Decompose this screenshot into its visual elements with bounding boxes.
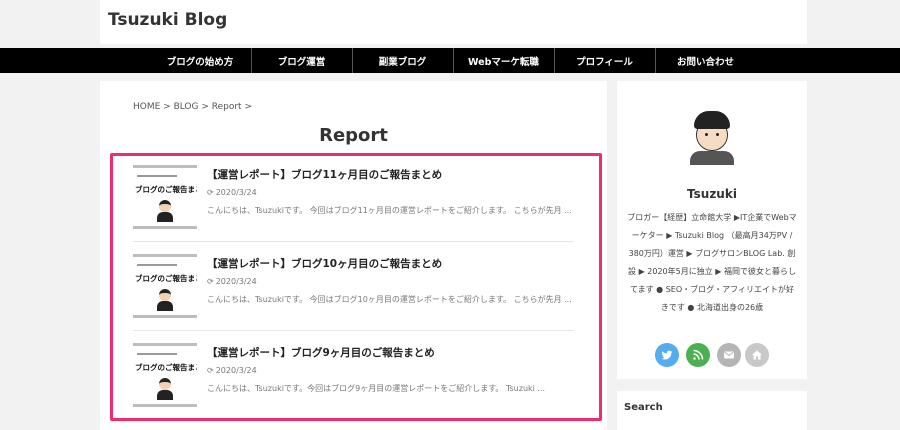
- post-item[interactable]: ブログのご報告まとめ 【運営レポート】ブログ9ヶ月目のご報告まとめ ⟳2020/…: [133, 343, 573, 421]
- avatar-illustration: [157, 200, 173, 222]
- post-excerpt: こんにちは、Tsuzukiです。 今回はブログ10ヶ月目の運営レポートをご紹介し…: [207, 295, 572, 304]
- post-title[interactable]: 【運営レポート】ブログ9ヶ月目のご報告まとめ: [207, 345, 435, 360]
- mail-button[interactable]: [717, 343, 741, 367]
- search-widget-title: Search: [624, 402, 663, 413]
- mail-icon: [724, 351, 734, 359]
- refresh-icon: ⟳: [207, 277, 214, 286]
- thumbnail-caption: ブログのご報告まとめ: [135, 274, 197, 283]
- nav-item-side-business[interactable]: 副業ブログ: [352, 48, 452, 73]
- profile-avatar: [687, 111, 737, 165]
- post-divider: [133, 330, 573, 331]
- nav-item-blog-management[interactable]: ブログ運営: [251, 48, 351, 73]
- thumbnail-caption: ブログのご報告まとめ: [135, 185, 197, 194]
- nav-item-contact[interactable]: お問い合わせ: [655, 48, 755, 73]
- post-date: ⟳ 2020/3/24: [207, 366, 257, 375]
- rss-button[interactable]: [686, 343, 710, 367]
- thumbnail-caption: ブログのご報告まとめ: [135, 363, 197, 372]
- avatar-illustration: [157, 289, 173, 311]
- profile-name: Tsuzuki: [687, 187, 737, 201]
- search-widget: Search: [617, 391, 807, 430]
- home-button[interactable]: [745, 343, 769, 367]
- post-divider: [133, 241, 573, 242]
- post-item[interactable]: ブログのご報告まとめ 【運営レポート】ブログ10ヶ月目のご報告まとめ ⟳2020…: [133, 254, 573, 332]
- refresh-icon: ⟳: [207, 188, 214, 197]
- post-date: ⟳ 2020/3/24: [207, 188, 257, 197]
- post-thumbnail[interactable]: ブログのご報告まとめ: [133, 343, 197, 407]
- page-title: Report: [319, 125, 388, 146]
- thumbnail-caption-line: [137, 175, 177, 177]
- site-title[interactable]: Tsuzuki Blog: [108, 10, 227, 30]
- rss-icon: [693, 349, 704, 360]
- profile-widget: Tsuzuki ブロガー【経歴】立命館大学 ▶IT企業でWebマーケター ▶ T…: [617, 81, 807, 379]
- post-item[interactable]: ブログのご報告まとめ 【運営レポート】ブログ11ヶ月目のご報告まとめ ⟳2020…: [133, 165, 573, 243]
- profile-bio: ブロガー【経歴】立命館大学 ▶IT企業でWebマーケター ▶ Tsuzuki B…: [627, 213, 797, 312]
- post-title[interactable]: 【運営レポート】ブログ10ヶ月目のご報告まとめ: [207, 256, 442, 271]
- post-excerpt: こんにちは、Tsuzukiです。今回はブログ9ヶ月目の運営レポートをご紹介します…: [207, 384, 546, 393]
- post-thumbnail[interactable]: ブログのご報告まとめ: [133, 254, 197, 318]
- post-excerpt: こんにちは、Tsuzukiです。 今回はブログ11ヶ月目の運営レポートをご紹介し…: [207, 206, 572, 215]
- thumbnail-caption-line: [137, 264, 177, 266]
- twitter-icon: [661, 350, 673, 360]
- main-content: HOME > BLOG > Report > Report ブログのご報告まとめ…: [100, 81, 607, 430]
- nav-item-getting-started[interactable]: ブログの始め方: [150, 48, 250, 73]
- nav-item-profile[interactable]: プロフィール: [554, 48, 654, 73]
- avatar-illustration: [157, 378, 173, 400]
- post-date: ⟳ 2020/3/24: [207, 277, 257, 286]
- post-title[interactable]: 【運営レポート】ブログ11ヶ月目のご報告まとめ: [207, 167, 442, 182]
- post-thumbnail[interactable]: ブログのご報告まとめ: [133, 165, 197, 229]
- thumbnail-caption-line: [137, 353, 177, 355]
- refresh-icon: ⟳: [207, 366, 214, 375]
- home-icon: [752, 350, 762, 360]
- site-header: Tsuzuki Blog: [100, 0, 807, 44]
- nav-item-web-marketing[interactable]: Webマーケ転職: [453, 48, 553, 73]
- breadcrumb[interactable]: HOME > BLOG > Report >: [133, 102, 252, 112]
- twitter-button[interactable]: [655, 343, 679, 367]
- global-nav: ブログの始め方 ブログ運営 副業ブログ Webマーケ転職 プロフィール お問い合…: [0, 48, 900, 73]
